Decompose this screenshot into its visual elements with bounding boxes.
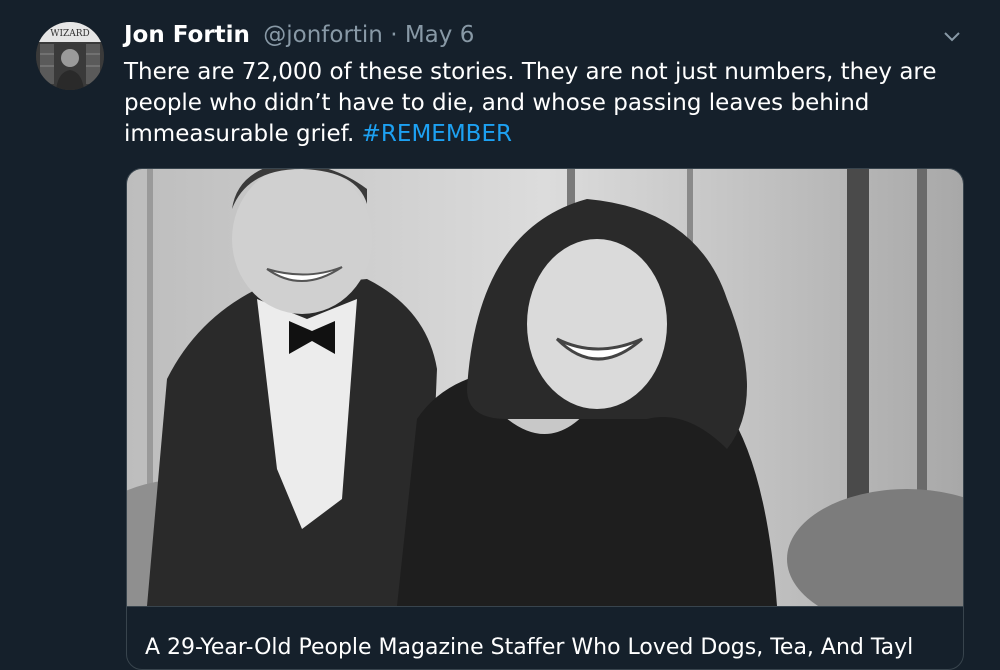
chevron-down-icon[interactable] xyxy=(940,26,964,46)
tweet[interactable]: WIZARD Jon Fortin @jonfortin · May 6 The… xyxy=(0,0,1000,670)
tweet-header: Jon Fortin @jonfortin · May 6 xyxy=(124,20,474,50)
link-card[interactable]: A 29-Year-Old People Magazine Staffer Wh… xyxy=(126,168,964,670)
tweet-date[interactable]: May 6 xyxy=(405,22,475,48)
card-image[interactable] xyxy=(127,169,963,606)
author-handle[interactable]: @jonfortin xyxy=(263,22,383,48)
tweet-text: There are 72,000 of these stories. They … xyxy=(124,57,974,150)
card-divider xyxy=(127,606,963,607)
tweet-text-content: There are 72,000 of these stories. They … xyxy=(124,59,937,147)
author-name[interactable]: Jon Fortin xyxy=(124,22,250,48)
card-title[interactable]: A 29-Year-Old People Magazine Staffer Wh… xyxy=(145,633,955,663)
avatar[interactable]: WIZARD xyxy=(36,22,104,90)
photo-icon xyxy=(127,169,963,606)
avatar-sign-text: WIZARD xyxy=(50,29,90,39)
avatar-photo: WIZARD xyxy=(36,22,104,90)
hashtag-link[interactable]: #REMEMBER xyxy=(362,121,512,147)
separator-dot: · xyxy=(390,22,398,48)
